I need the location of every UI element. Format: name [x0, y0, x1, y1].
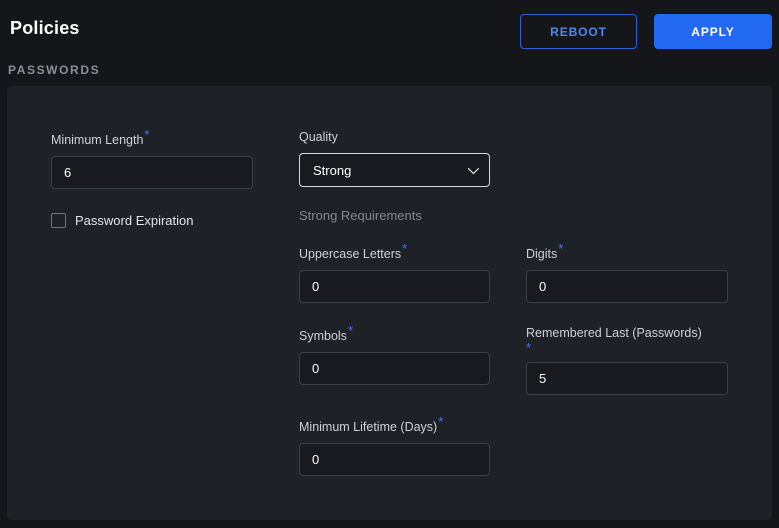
quality-label: Quality — [299, 130, 490, 145]
passwords-panel: Minimum Length* Quality Strong Password … — [7, 86, 772, 520]
quality-selected-value: Strong — [313, 163, 351, 178]
password-expiration-checkbox[interactable] — [51, 213, 66, 228]
required-marker: * — [526, 341, 728, 354]
page-header: Policies REBOOT APPLY — [0, 0, 779, 56]
apply-button[interactable]: APPLY — [654, 14, 772, 49]
policies-page: Policies REBOOT APPLY PASSWORDS Minimum … — [0, 0, 779, 528]
remembered-last-label-text: Remembered Last (Passwords) — [526, 326, 702, 340]
required-marker: * — [558, 241, 563, 256]
symbols-label-text: Symbols — [299, 329, 347, 343]
reboot-button[interactable]: REBOOT — [520, 14, 637, 49]
section-label-passwords: PASSWORDS — [8, 63, 100, 77]
remembered-last-field: Remembered Last (Passwords)* — [526, 326, 728, 395]
uppercase-letters-label: Uppercase Letters* — [299, 244, 490, 262]
symbols-field: Symbols* — [299, 326, 490, 385]
password-expiration-checkbox-row[interactable]: Password Expiration — [51, 213, 194, 228]
uppercase-letters-input[interactable] — [299, 270, 490, 303]
remembered-last-label: Remembered Last (Passwords)* — [526, 326, 728, 354]
minimum-length-label: Minimum Length* — [51, 130, 253, 148]
uppercase-letters-field: Uppercase Letters* — [299, 244, 490, 303]
required-marker: * — [144, 127, 149, 142]
digits-label-text: Digits — [526, 247, 557, 261]
required-marker: * — [402, 241, 407, 256]
password-expiration-label: Password Expiration — [75, 213, 194, 228]
page-title: Policies — [10, 18, 80, 39]
required-marker: * — [438, 414, 443, 429]
minimum-length-field: Minimum Length* — [51, 130, 253, 189]
minimum-lifetime-label: Minimum Lifetime (Days)* — [299, 417, 490, 435]
header-actions: REBOOT APPLY — [520, 14, 772, 49]
minimum-length-input[interactable] — [51, 156, 253, 189]
digits-input[interactable] — [526, 270, 728, 303]
required-marker: * — [348, 323, 353, 338]
symbols-input[interactable] — [299, 352, 490, 385]
minimum-lifetime-input[interactable] — [299, 443, 490, 476]
remembered-last-input[interactable] — [526, 362, 728, 395]
chevron-down-icon — [468, 163, 479, 174]
symbols-label: Symbols* — [299, 326, 490, 344]
quality-select[interactable]: Strong — [299, 153, 490, 187]
quality-field: Quality Strong — [299, 130, 490, 187]
digits-label: Digits* — [526, 244, 728, 262]
minimum-lifetime-field: Minimum Lifetime (Days)* — [299, 417, 490, 476]
strong-requirements-heading: Strong Requirements — [299, 208, 422, 223]
minimum-lifetime-label-text: Minimum Lifetime (Days) — [299, 420, 437, 434]
quality-label-text: Quality — [299, 130, 338, 144]
uppercase-letters-label-text: Uppercase Letters — [299, 247, 401, 261]
digits-field: Digits* — [526, 244, 728, 303]
minimum-length-label-text: Minimum Length — [51, 133, 143, 147]
